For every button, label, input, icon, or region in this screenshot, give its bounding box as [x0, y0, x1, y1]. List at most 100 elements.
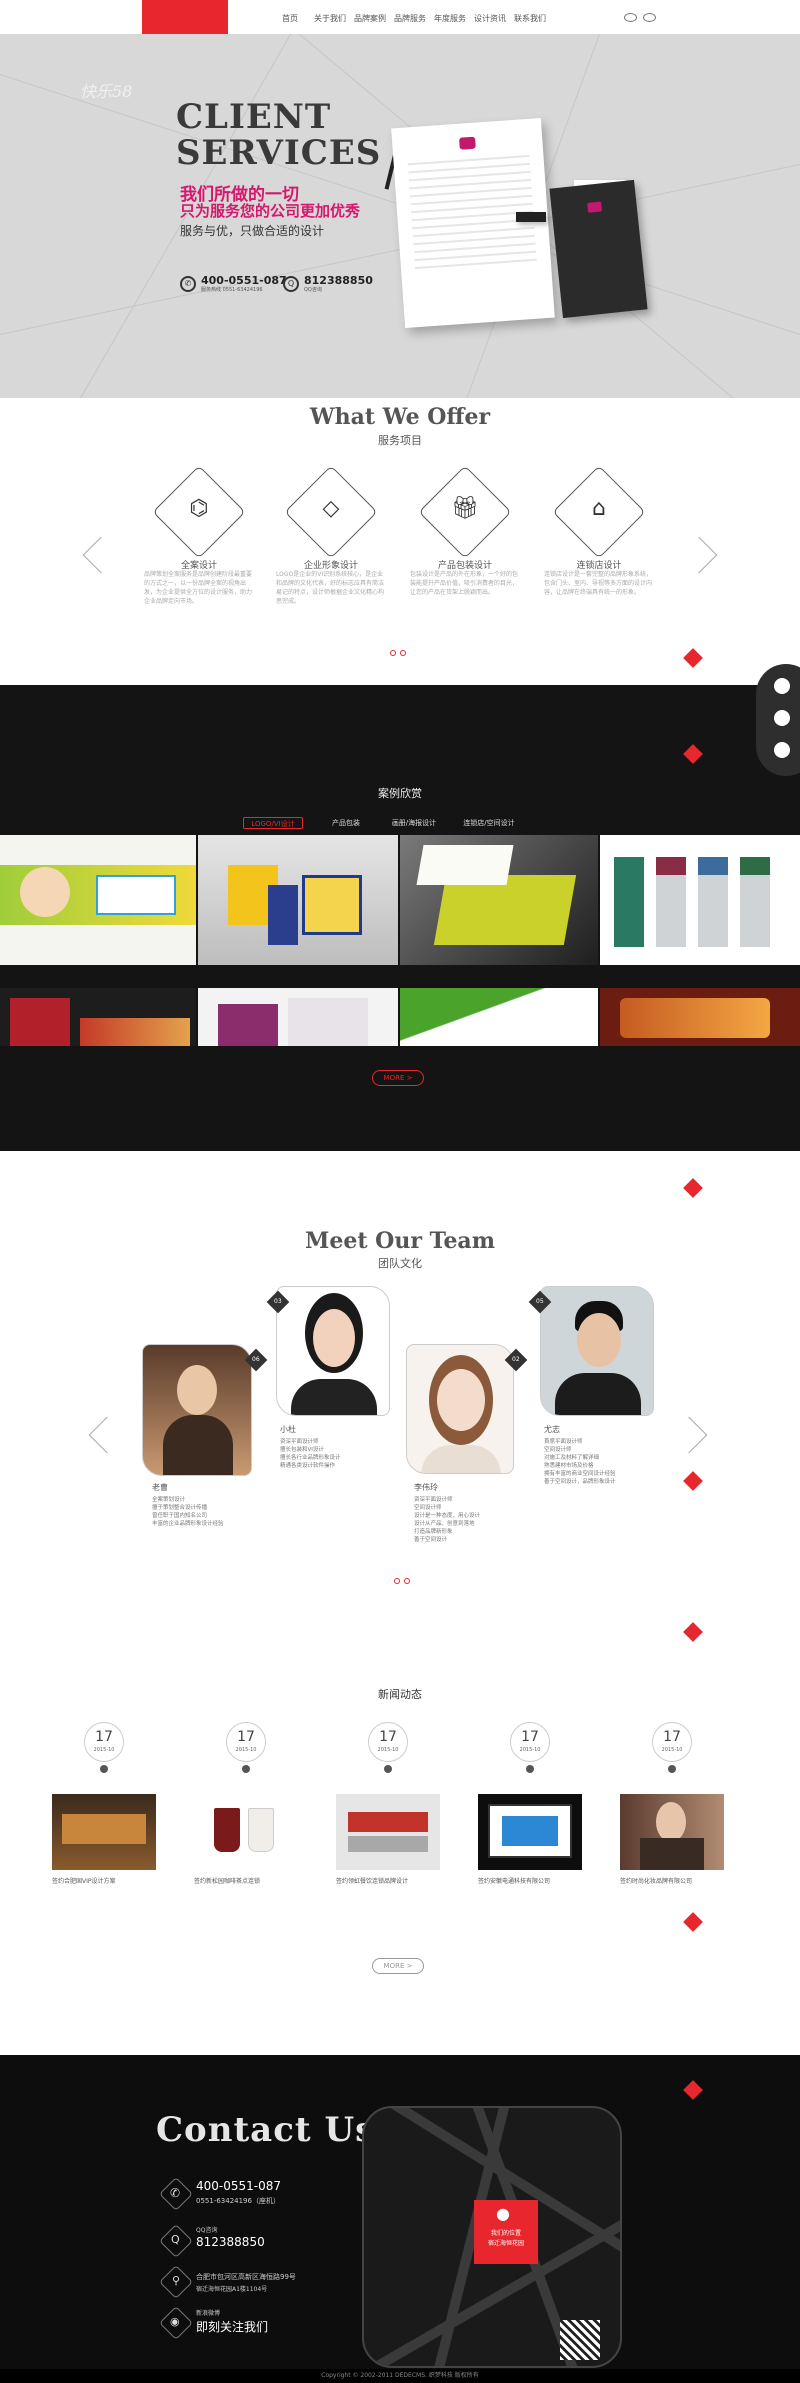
offer-pagination: [390, 650, 406, 656]
contact-phone[interactable]: 400-0551-087: [196, 2179, 281, 2193]
pagination-dot[interactable]: [404, 1578, 410, 1584]
location-map[interactable]: ● 我们的位置 宿迁海恒花园: [362, 2106, 622, 2368]
offer-title: What We Offer: [309, 404, 491, 430]
news-caption[interactable]: 签约合肥国VIP设计方案: [52, 1876, 162, 1885]
nav-annual-service[interactable]: 年度服务: [430, 0, 470, 34]
nav-news[interactable]: 设计资讯: [470, 0, 510, 34]
case-tile[interactable]: [600, 835, 800, 965]
pagination-dot[interactable]: [390, 650, 396, 656]
main-menu: 首页 关于我们 品牌案例 品牌服务 年度服务 设计资讯 联系我们: [270, 0, 550, 34]
cube-network-icon: ⌬: [189, 496, 209, 521]
qq-icon: Q: [171, 2233, 180, 2246]
weibo-icon[interactable]: [624, 13, 637, 22]
member-line: 曾任职于国内知名公司: [152, 1513, 208, 1519]
offer-item-desc: 品牌策划全案服务是品牌创建阶段最重要的方式之一，以一份品牌全案的视角出发，为企业…: [144, 571, 253, 605]
case-tile[interactable]: [400, 988, 598, 1046]
news-image[interactable]: [194, 1794, 298, 1870]
footer: Copyright © 2002-2011 DEDECMS. 织梦科技 版权所有: [0, 2369, 800, 2383]
nav-home[interactable]: 首页: [270, 0, 310, 34]
hero-title-line2: SERVICES: [176, 133, 382, 173]
pagination-dot[interactable]: [394, 1578, 400, 1584]
member-line: 擅长包装和VI设计: [280, 1447, 324, 1453]
member-line: 丰富的企业品牌形象设计经验: [152, 1521, 224, 1527]
qr-code: [560, 2320, 600, 2360]
nav-contact[interactable]: 联系我们: [510, 0, 550, 34]
member-name: 老曹: [152, 1483, 168, 1492]
member-line: 对施工及材料了解详细: [544, 1455, 600, 1461]
news-caption[interactable]: 签约安徽电通科技有限公司: [478, 1876, 588, 1885]
member-photo[interactable]: [276, 1286, 390, 1416]
news-more-button[interactable]: MORE >: [372, 1958, 424, 1974]
member-line: 打造品牌新形象: [414, 1529, 453, 1535]
news-title: 新闻动态: [378, 1688, 422, 1701]
member-line: 熟悉建材市场及价格: [544, 1463, 594, 1469]
news-caption[interactable]: 签约领虹餐饮连锁品牌设计: [336, 1876, 446, 1885]
tab-logo-vi[interactable]: LOGO/VI设计: [243, 817, 303, 829]
cases-more-button[interactable]: MORE >: [372, 1070, 424, 1086]
member-line: 空间设计师: [414, 1505, 442, 1511]
contact-weibo[interactable]: 即刻关注我们: [196, 2318, 268, 2335]
news-image[interactable]: [336, 1794, 440, 1870]
member-line: 全案策划设计: [152, 1497, 186, 1503]
member-photo[interactable]: [540, 1286, 654, 1416]
news-image[interactable]: [620, 1794, 724, 1870]
hero-qq-number: 812388850: [304, 274, 373, 287]
member-line: 擅长各行业品牌形象设计: [280, 1455, 341, 1461]
member-photo[interactable]: [406, 1344, 514, 1474]
news-date: 17 2015-10: [226, 1722, 266, 1762]
member-line: 资深平面设计师: [280, 1439, 319, 1445]
qq-icon: Q: [283, 276, 299, 292]
pagination-dot[interactable]: [400, 650, 406, 656]
news-date: 17 2015-10: [652, 1722, 692, 1762]
news-pin: [668, 1765, 676, 1773]
tab-store-space[interactable]: 连锁店/空间设计: [456, 817, 522, 829]
weibo-icon: ◉: [170, 2315, 180, 2328]
offer-subtitle: 服务项目: [378, 434, 422, 447]
tab-packaging[interactable]: 产品包装: [316, 817, 376, 829]
nav-brand-service[interactable]: 品牌服务: [390, 0, 430, 34]
contact-address-2: 宿迁海恒花园A1楼1104号: [196, 2286, 268, 2293]
news-image[interactable]: [478, 1794, 582, 1870]
logo[interactable]: [142, 0, 228, 34]
team-subtitle: 团队文化: [378, 1257, 422, 1270]
member-line: 善于空间设计: [414, 1537, 448, 1543]
chat-icon[interactable]: [643, 13, 656, 22]
map-pin-icon: ●: [496, 2204, 510, 2223]
nav-about[interactable]: 关于我们: [310, 0, 350, 34]
nav-cases[interactable]: 品牌案例: [350, 0, 390, 34]
phone-icon: ✆: [170, 2186, 181, 2200]
member-photo[interactable]: [142, 1344, 252, 1476]
news-caption[interactable]: 签约新松园咖啡茶点连锁: [194, 1876, 304, 1885]
chat-icon[interactable]: [774, 710, 790, 726]
case-tile[interactable]: [198, 988, 398, 1046]
case-tile[interactable]: [198, 835, 398, 965]
case-tile[interactable]: [400, 835, 598, 965]
news-date: 17 2015-10: [510, 1722, 550, 1762]
case-tile[interactable]: [0, 835, 196, 965]
news-pin: [526, 1765, 534, 1773]
map-label: 我们的位置: [490, 2230, 521, 2237]
team-section: [0, 1151, 800, 2051]
case-tile[interactable]: [0, 988, 196, 1046]
hero-phone-sub: 服务热线 0551-63424196: [201, 287, 263, 293]
tab-brochure[interactable]: 画册/海报设计: [384, 817, 444, 829]
member-name: 小杜: [280, 1425, 296, 1434]
contact-qq[interactable]: 812388850: [196, 2235, 265, 2249]
member-line: 空间设计师: [544, 1447, 572, 1453]
location-icon: ⚲: [172, 2274, 181, 2287]
news-caption[interactable]: 签约时尚化妆品牌有限公司: [620, 1876, 730, 1885]
hero-slogan-2: 只为服务您的公司更加优秀: [180, 202, 361, 220]
phone-icon[interactable]: [774, 742, 790, 758]
member-line: 善于空间设计，品牌形象设计: [544, 1479, 616, 1485]
member-line: 设计是一种态度，用心设计: [414, 1513, 481, 1519]
member-line: 资深平面设计师: [414, 1497, 453, 1503]
member-name: 尤志: [544, 1425, 560, 1434]
news-image[interactable]: [52, 1794, 156, 1870]
qq-icon[interactable]: [774, 678, 790, 694]
team-pagination: [394, 1578, 410, 1584]
case-tile[interactable]: [600, 988, 800, 1046]
notebook-graphic: [549, 179, 648, 319]
member-line: 擅于策划整合设计传播: [152, 1505, 208, 1511]
phone-icon: ✆: [180, 276, 196, 292]
storefront-icon: ⌂: [592, 496, 606, 521]
